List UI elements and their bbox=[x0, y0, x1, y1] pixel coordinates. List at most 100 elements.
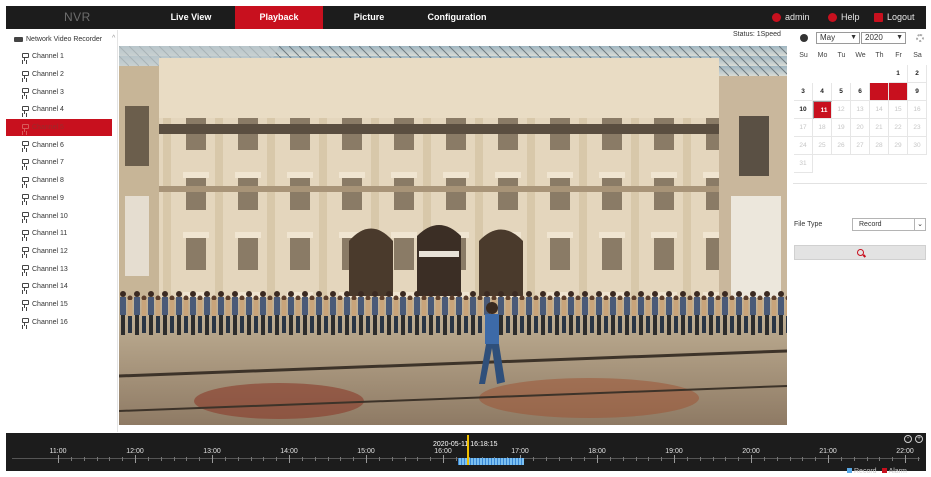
zoom-out-icon[interactable]: - bbox=[904, 435, 912, 443]
calendar-day[interactable]: 2 bbox=[908, 65, 927, 83]
calendar-day[interactable]: 12 bbox=[832, 101, 851, 119]
calendar-day[interactable]: 1 bbox=[889, 65, 908, 83]
tab-picture[interactable]: Picture bbox=[339, 6, 399, 29]
legend-record-label: Record bbox=[854, 468, 877, 475]
month-select[interactable]: May ▼ bbox=[816, 32, 860, 44]
channel-item[interactable]: Channel 2 bbox=[6, 66, 112, 84]
calendar-day[interactable]: 13 bbox=[851, 101, 870, 119]
calendar-day[interactable]: 21 bbox=[870, 119, 889, 137]
calendar-day[interactable]: 16 bbox=[908, 101, 927, 119]
tick-label: 12:00 bbox=[126, 448, 144, 455]
channel-item[interactable]: Channel 5 bbox=[6, 118, 112, 137]
tick-minor bbox=[353, 457, 355, 461]
playhead[interactable] bbox=[467, 435, 469, 465]
tab-configuration[interactable]: Configuration bbox=[417, 6, 497, 29]
search-button[interactable] bbox=[794, 245, 926, 260]
user-menu[interactable]: admin bbox=[772, 6, 810, 29]
channel-label: Channel 12 bbox=[32, 247, 68, 255]
calendar-day[interactable]: 31 bbox=[794, 155, 813, 173]
calendar-blank bbox=[870, 65, 889, 83]
weekday-label: Tu bbox=[837, 52, 846, 59]
calendar-day[interactable]: 30 bbox=[908, 137, 927, 155]
tick-label: 16:00 bbox=[434, 448, 452, 455]
calendar-day[interactable]: 14 bbox=[870, 101, 889, 119]
collapse-icon[interactable]: ^ bbox=[112, 35, 118, 42]
channel-label: Channel 7 bbox=[32, 159, 64, 167]
calendar-day[interactable]: 15 bbox=[889, 101, 908, 119]
calendar-day[interactable]: 26 bbox=[832, 137, 851, 155]
calendar-day[interactable]: 28 bbox=[870, 137, 889, 155]
calendar-day[interactable]: 23 bbox=[908, 119, 927, 137]
tick-minor bbox=[430, 457, 432, 461]
calendar-day[interactable]: 17 bbox=[794, 119, 813, 137]
tick-major bbox=[443, 455, 444, 463]
tick-minor bbox=[417, 457, 419, 461]
channel-item[interactable]: Channel 14 bbox=[6, 278, 112, 296]
tick-minor bbox=[917, 457, 919, 461]
tick-minor bbox=[109, 457, 111, 461]
tick-minor bbox=[622, 457, 624, 461]
top-nav-bar: NVR Live View Playback Picture Configura… bbox=[6, 6, 926, 29]
channel-item[interactable]: Channel 3 bbox=[6, 83, 112, 101]
calendar-day[interactable]: 22 bbox=[889, 119, 908, 137]
tick-minor bbox=[455, 457, 457, 461]
logout-link[interactable]: Logout bbox=[874, 6, 915, 29]
channel-item[interactable]: Channel 15 bbox=[6, 296, 112, 314]
channel-item[interactable]: Channel 4 bbox=[6, 101, 112, 119]
channel-item[interactable]: Channel 10 bbox=[6, 207, 112, 225]
tree-root[interactable]: Network Video Recorder bbox=[14, 33, 102, 45]
calendar-day[interactable]: 5 bbox=[832, 83, 851, 101]
calendar-day[interactable]: 6 bbox=[851, 83, 870, 101]
calendar-day[interactable]: 25 bbox=[813, 137, 832, 155]
clock-icon[interactable] bbox=[800, 34, 808, 42]
camera-icon bbox=[21, 318, 29, 327]
weekday-label: Sa bbox=[913, 52, 922, 59]
calendar-day[interactable]: 27 bbox=[851, 137, 870, 155]
tick-minor bbox=[160, 457, 162, 461]
tick-minor bbox=[866, 457, 868, 461]
channel-item[interactable]: Channel 16 bbox=[6, 313, 112, 331]
calendar-day[interactable]: 3 bbox=[794, 83, 813, 101]
calendar-day[interactable]: 18 bbox=[813, 119, 832, 137]
calendar-day[interactable]: 7 bbox=[870, 83, 889, 101]
calendar-day[interactable]: 8 bbox=[889, 83, 908, 101]
channel-item[interactable]: Channel 8 bbox=[6, 172, 112, 190]
tick-minor bbox=[738, 457, 740, 461]
tick-label: 22:00 bbox=[896, 448, 914, 455]
channel-item[interactable]: Channel 11 bbox=[6, 225, 112, 243]
help-label: Help bbox=[841, 12, 860, 22]
tab-playback[interactable]: Playback bbox=[235, 6, 323, 29]
year-select[interactable]: 2020 ▼ bbox=[861, 32, 906, 44]
calendar-header: May ▼ 2020 ▼ bbox=[793, 31, 927, 45]
channel-item[interactable]: Channel 13 bbox=[6, 260, 112, 278]
calendar-day[interactable]: 29 bbox=[889, 137, 908, 155]
channel-item[interactable]: Channel 9 bbox=[6, 190, 112, 208]
channel-item[interactable]: Channel 1 bbox=[6, 48, 112, 66]
camera-icon bbox=[21, 123, 29, 132]
calendar-day[interactable]: 20 bbox=[851, 119, 870, 137]
file-type-select[interactable]: Record ⌄ bbox=[852, 218, 926, 231]
camera-icon bbox=[21, 88, 29, 97]
calendar-day[interactable]: 4 bbox=[813, 83, 832, 101]
tab-live-view[interactable]: Live View bbox=[158, 6, 224, 29]
calendar-day[interactable]: 11 bbox=[813, 101, 832, 119]
help-link[interactable]: Help bbox=[828, 6, 860, 29]
channel-item[interactable]: Channel 6 bbox=[6, 136, 112, 154]
video-player[interactable] bbox=[119, 46, 787, 425]
calendar-day[interactable]: 19 bbox=[832, 119, 851, 137]
channel-item[interactable]: Channel 7 bbox=[6, 154, 112, 172]
logout-icon bbox=[874, 13, 883, 22]
calendar-day[interactable]: 10 bbox=[794, 101, 813, 119]
video-frame-image bbox=[119, 46, 787, 425]
zoom-in-icon[interactable]: + bbox=[915, 435, 923, 443]
calendar-day[interactable]: 24 bbox=[794, 137, 813, 155]
gear-icon[interactable] bbox=[916, 34, 924, 42]
camera-icon bbox=[21, 229, 29, 238]
calendar-day[interactable]: 9 bbox=[908, 83, 927, 101]
calendar-days: 1 2 3 4 5 6 7 8 9 10 11 12 13 14 15 16 17 18 19 20 21 22 23 24 2… bbox=[794, 65, 927, 173]
channel-item[interactable]: Channel 12 bbox=[6, 243, 112, 261]
channel-label: Channel 11 bbox=[32, 230, 68, 238]
tick-minor bbox=[648, 457, 650, 461]
chevron-down-icon: ▼ bbox=[850, 34, 857, 41]
timeline-bar[interactable]: 2020-05-11 16:18:15 11:00 12:00 13:00 14:00… bbox=[6, 433, 926, 471]
